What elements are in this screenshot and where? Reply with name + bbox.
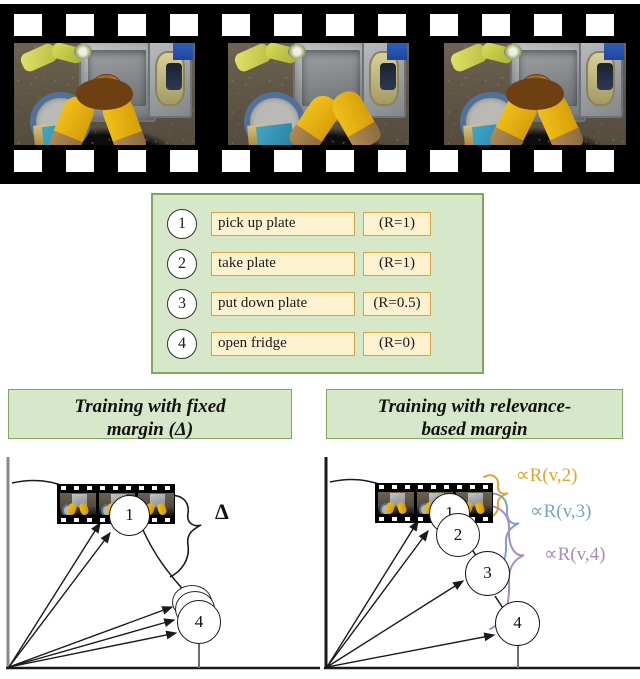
sprocket-hole [170, 14, 198, 36]
sprocket-hole [14, 14, 42, 36]
node-4: 4 [177, 600, 221, 644]
sprocket-hole [118, 150, 146, 172]
mini-frame-1 [60, 493, 96, 515]
sprocket-hole [66, 14, 94, 36]
bottle-cap [73, 44, 92, 60]
sprocket-hole [274, 150, 302, 172]
caption-relevance: (R=1) [363, 212, 431, 236]
edge-origin-to-1b [8, 531, 111, 668]
panel-title-line1: Training with fixed [74, 396, 226, 417]
filmstrip-frame-3 [444, 43, 626, 145]
edge-1-to-4 [142, 529, 187, 594]
caption-relevance: (R=0.5) [363, 292, 431, 316]
video-filmstrip [0, 4, 640, 184]
margin-label-delta: Δ [215, 499, 229, 524]
caption-row-1: 1 pick up plate (R=1) [167, 209, 472, 239]
panel-title-line2: based margin [421, 419, 528, 440]
sprocket-hole [534, 150, 562, 172]
margin-annotation-r3: ∝R(v,3) [530, 501, 592, 522]
caption-index-circle: 1 [167, 209, 197, 239]
kitchen-scene [14, 43, 195, 145]
caption-row-3: 3 put down plate (R=0.5) [167, 289, 472, 319]
caption-index-circle: 4 [167, 329, 197, 359]
sprocket-hole [482, 150, 510, 172]
sprocket-hole [274, 14, 302, 36]
node-4: 4 [495, 601, 540, 646]
edge-origin-to-4c [8, 630, 178, 668]
sprocket-hole [222, 14, 250, 36]
panel-title-relevance-margin: Training with relevance- based margin [326, 389, 623, 440]
caption-index-circle: 2 [167, 249, 197, 279]
sprocket-hole [326, 14, 354, 36]
sprocket-hole [326, 150, 354, 172]
caption-text: take plate [211, 252, 355, 276]
panel-title-line1: Training with relevance- [377, 396, 572, 417]
caption-row-2: 2 take plate (R=1) [167, 249, 472, 279]
mini-frame-1 [378, 492, 414, 514]
edge-origin-to-4a [8, 606, 174, 668]
sprocket-hole [482, 14, 510, 36]
sprocket-hole [170, 150, 198, 172]
edge-origin-to-2 [326, 529, 429, 668]
captions-panel: 1 pick up plate (R=1) 2 take plate (R=1)… [151, 193, 484, 374]
kitchen-scene [444, 43, 626, 145]
sprocket-row-top [0, 14, 640, 38]
caption-text: open fridge [211, 332, 355, 356]
blue-corner-object [173, 43, 194, 61]
blue-corner-object [604, 43, 625, 61]
blue-corner-object [387, 43, 408, 61]
faucet [166, 63, 183, 90]
panel-title-line2: margin (Δ) [106, 419, 194, 440]
faucet [380, 63, 397, 90]
margin-annotation-r2: ∝R(v,2) [516, 465, 578, 486]
node-2: 2 [436, 513, 480, 557]
caption-index-circle: 3 [167, 289, 197, 319]
caption-text: put down plate [211, 292, 355, 316]
panel-title-fixed-margin: Training with fixed margin (Δ) [8, 389, 292, 440]
sprocket-hole [534, 14, 562, 36]
diagram-relevance-margin: 1 2 3 4 ∝R(v,2) ∝R(v,3) ∝R(v,4) [318, 455, 640, 679]
margin-annotation-r4: ∝R(v,4) [544, 544, 606, 565]
sprocket-hole [430, 150, 458, 172]
node-1: 1 [109, 495, 150, 536]
sprocket-hole [66, 150, 94, 172]
caption-relevance: (R=1) [363, 252, 431, 276]
filmstrip-frame-2 [228, 43, 409, 145]
diagram-fixed-margin: 1 4 Δ [0, 455, 320, 679]
edge-origin-to-1 [326, 519, 419, 668]
sprocket-hole [430, 14, 458, 36]
sprocket-hole [14, 150, 42, 172]
sprocket-hole [222, 150, 250, 172]
caption-relevance: (R=0) [363, 332, 431, 356]
filmstrip-frame-1 [14, 43, 195, 145]
bottle-cap [287, 44, 306, 60]
scrub-brush-hub [505, 77, 565, 111]
caption-row-4: 4 open fridge (R=0) [167, 329, 472, 359]
sprocket-row-bottom [0, 150, 640, 174]
sprocket-hole [586, 150, 614, 172]
sprocket-hole [378, 150, 406, 172]
faucet [596, 63, 614, 90]
node-3: 3 [465, 551, 510, 596]
caption-text: pick up plate [211, 212, 355, 236]
kitchen-scene [228, 43, 409, 145]
sprocket-hole [378, 14, 406, 36]
sprocket-hole [118, 14, 146, 36]
sprocket-hole [586, 14, 614, 36]
